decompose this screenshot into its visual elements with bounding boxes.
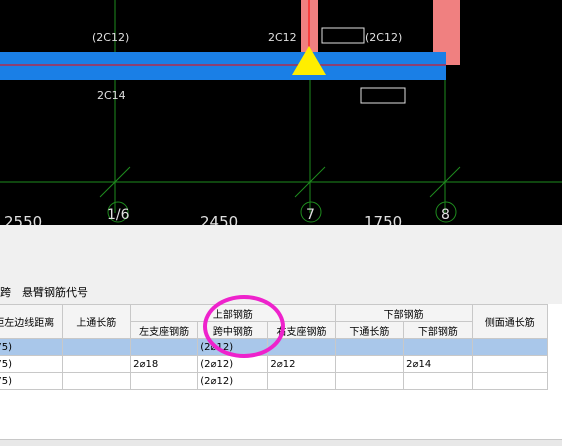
- cell-left-support[interactable]: 2⌀18: [130, 355, 199, 373]
- cad-canvas[interactable]: (2C12) 2C12 (2C12) 2C14 1/6 7 8 2550 245…: [0, 0, 562, 225]
- cad-drawing[interactable]: (2C12) 2C12 (2C12) 2C14 1/6 7 8 2550 245…: [0, 0, 562, 225]
- toolbar-item-cantilever-code[interactable]: 悬臂钢筋代号: [22, 284, 88, 300]
- cell-distance[interactable]: 175): [0, 372, 63, 390]
- cell-mid-span[interactable]: (2⌀12): [197, 338, 269, 356]
- header-side-long[interactable]: 侧面通长筋: [471, 304, 549, 339]
- cell-right-support[interactable]: 2⌀12: [267, 355, 336, 373]
- cell-bottom-long[interactable]: [334, 338, 405, 356]
- header-top-group[interactable]: 上部钢筋: [130, 304, 336, 322]
- header-distance[interactable]: 距左边线距离: [0, 304, 63, 339]
- header-bottom-long[interactable]: 下通长筋: [334, 321, 405, 339]
- cell-left-support[interactable]: [130, 372, 199, 390]
- rebar-label-top-left: (2C12): [92, 31, 129, 44]
- header-bottom-group[interactable]: 下部钢筋: [334, 304, 473, 322]
- cell-right-support[interactable]: [267, 372, 336, 390]
- cell-bottom-bar[interactable]: [403, 372, 473, 390]
- cell-mid-span[interactable]: (2⌀12): [197, 355, 269, 373]
- table-row[interactable]: 175) (2⌀12): [0, 372, 549, 390]
- cell-bottom-long[interactable]: [334, 355, 405, 373]
- cell-bottom-bar[interactable]: [403, 338, 473, 356]
- axis-label-1-6: 1/6: [107, 207, 130, 223]
- dimension-value: 2450: [200, 213, 238, 225]
- toolbar-item-span[interactable]: 跨: [0, 284, 11, 300]
- cell-side-long[interactable]: [471, 355, 549, 373]
- rebar-label-bottom-left: 2C14: [97, 89, 126, 102]
- cell-left-support[interactable]: [130, 338, 199, 356]
- rebar-label-top-right: (2C12): [365, 31, 402, 44]
- beam[interactable]: [0, 52, 446, 80]
- rebar-label-top-mid: 2C12: [268, 31, 297, 44]
- cell-bottom-bar[interactable]: 2⌀14: [403, 355, 473, 373]
- cell-top-long[interactable]: [61, 355, 132, 373]
- cell-side-long[interactable]: [471, 372, 549, 390]
- cell-side-long[interactable]: [471, 338, 549, 356]
- text-placeholder-box[interactable]: [321, 27, 365, 44]
- table-row[interactable]: 175) (2⌀12): [0, 338, 549, 356]
- cell-distance[interactable]: 175): [0, 338, 63, 356]
- header-mid-span[interactable]: 跨中钢筋: [197, 321, 269, 339]
- cell-top-long[interactable]: [61, 338, 132, 356]
- header-right-support[interactable]: 右支座钢筋: [267, 321, 336, 339]
- table-row[interactable]: 175) 2⌀18 (2⌀12) 2⌀12 2⌀14: [0, 355, 549, 373]
- grid-toolbar: 跨 悬臂钢筋代号: [0, 280, 562, 304]
- cell-right-support[interactable]: [267, 338, 336, 356]
- panel-gap: [0, 225, 562, 280]
- text-placeholder-box[interactable]: [360, 87, 406, 104]
- cell-mid-span[interactable]: (2⌀12): [197, 372, 269, 390]
- dimension-value: 2550: [4, 213, 42, 225]
- header-left-support[interactable]: 左支座钢筋: [130, 321, 199, 339]
- axis-label-7: 7: [306, 207, 315, 223]
- cell-distance[interactable]: 175): [0, 355, 63, 373]
- header-bottom-bar[interactable]: 下部钢筋: [403, 321, 473, 339]
- header-top-long[interactable]: 上通长筋: [61, 304, 132, 339]
- cell-bottom-long[interactable]: [334, 372, 405, 390]
- cell-top-long[interactable]: [61, 372, 132, 390]
- rebar-table: 距左边线距离 上通长筋 上部钢筋 下部钢筋 侧面通长筋 左支座钢筋 跨中钢筋 右…: [0, 304, 562, 439]
- dimension-value: 1750: [364, 213, 402, 225]
- axis-label-8: 8: [441, 207, 450, 223]
